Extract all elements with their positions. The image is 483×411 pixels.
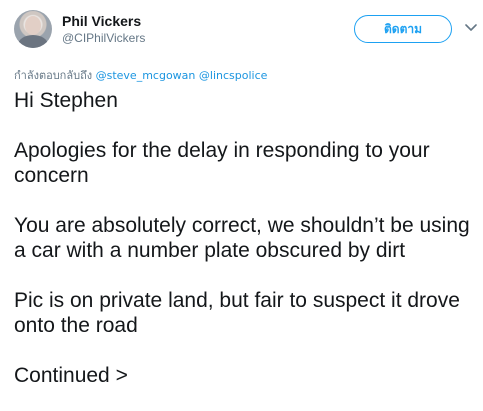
tweet-paragraph: You are absolutely correct, we shouldn’t… [14,214,470,262]
avatar[interactable] [14,10,52,48]
tweet-header: Phil Vickers @CIPhilVickers ติดตาม [14,8,477,52]
tweet-text: Hi Stephen Apologies for the delay in re… [14,88,474,411]
tweet-paragraph: Continued > [14,364,128,387]
avatar-head [25,16,41,35]
mention-link[interactable]: @lincspolice [199,69,268,82]
reply-prefix: กำลังตอบกลับถึง [14,69,93,82]
tweet-paragraph: Pic is on private land, but fair to susp… [14,289,460,337]
reply-context: กำลังตอบกลับถึง @steve_mcgowan @lincspol… [14,66,267,84]
follow-button[interactable]: ติดตาม [354,15,452,43]
chevron-down-icon[interactable] [464,21,478,35]
mention-link[interactable]: @steve_mcgowan [96,69,196,82]
author-handle[interactable]: @CIPhilVickers [62,31,145,45]
tweet-paragraph: Hi Stephen [14,89,118,112]
avatar-body [18,35,48,48]
tweet-paragraph: Apologies for the delay in responding to… [14,139,430,187]
author-name[interactable]: Phil Vickers [62,13,141,29]
